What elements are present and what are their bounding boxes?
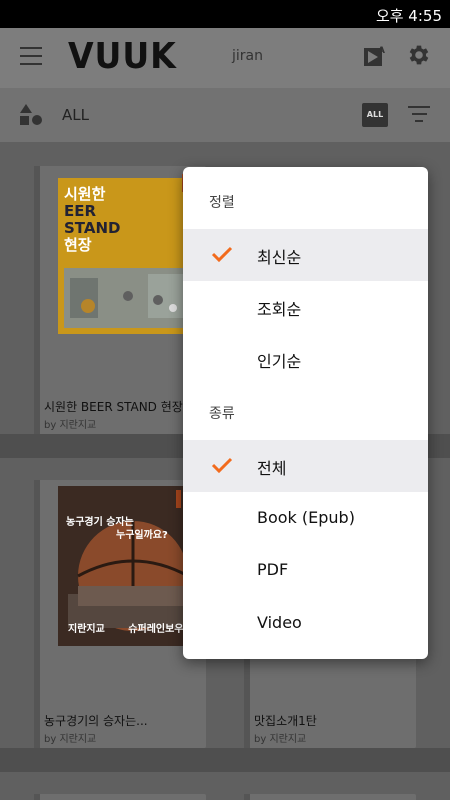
type-option-epub[interactable]: Book (Epub) <box>183 493 428 545</box>
type-option-all[interactable]: 전체 <box>183 440 428 492</box>
sort-filter-popup: 정렬 최신순 조회순 인기순 종류 전체 Book (Epub) PDF Vid… <box>183 167 428 659</box>
book-author: by 지란지교 <box>44 734 97 745</box>
gear-icon[interactable] <box>406 42 432 68</box>
book-card[interactable] <box>34 794 206 800</box>
category-shapes-icon[interactable] <box>20 104 42 126</box>
book-author: by 지란지교 <box>254 734 307 745</box>
checkmark-icon <box>211 457 233 474</box>
book-card[interactable] <box>244 794 416 800</box>
book-title: 맛집소개1탄 <box>254 714 317 728</box>
cover-text: 시원한 EER STAND 현장 <box>64 185 121 254</box>
filter-bar: ALL ALL <box>0 88 450 142</box>
type-section-title: 종류 <box>209 406 235 422</box>
type-option-video[interactable]: Video <box>183 598 428 650</box>
sort-filter-icon[interactable] <box>408 106 430 124</box>
svg-text:A: A <box>378 46 385 56</box>
category-label[interactable]: ALL <box>62 106 89 124</box>
type-option-pdf[interactable]: PDF <box>183 545 428 597</box>
username-label: jiran <box>232 48 263 64</box>
shelf-divider <box>0 748 450 772</box>
book-cover-beer-stand: 시원한 EER STAND 현장 <box>58 178 198 334</box>
app-bar: VUUK jiran A <box>0 28 450 88</box>
sort-option-popular[interactable]: 인기순 <box>183 333 428 385</box>
checkmark-icon <box>211 246 233 263</box>
sort-option-views[interactable]: 조회순 <box>183 281 428 333</box>
hamburger-menu-icon[interactable] <box>20 47 42 65</box>
app-logo: VUUK <box>68 36 177 77</box>
book-title: 농구경기의 승자는... <box>44 714 148 728</box>
sort-option-latest[interactable]: 최신순 <box>183 229 428 281</box>
book-title: 시원한 BEER STAND 현장 <box>44 400 183 414</box>
book-card[interactable]: 시원한 EER STAND 현장 시원한 BEER STAND 현장 by 지란… <box>34 166 206 434</box>
book-card[interactable]: 농구경기 승자는 누구일까요? 지란지교 슈퍼레인보우 농구경기의 승자는...… <box>34 480 208 748</box>
book-author: by 지란지교 <box>44 420 97 431</box>
sort-section-title: 정렬 <box>209 195 235 211</box>
cover-text: 농구경기 승자는 누구일까요? <box>66 517 168 541</box>
cover-text-bottom: 지란지교 슈퍼레인보우 <box>68 624 184 635</box>
status-time: 오후 4:55 <box>375 7 442 25</box>
status-bar: 오후 4:55 <box>0 0 450 28</box>
all-filter-badge[interactable]: ALL <box>362 103 388 127</box>
translate-icon[interactable]: A <box>364 44 386 68</box>
